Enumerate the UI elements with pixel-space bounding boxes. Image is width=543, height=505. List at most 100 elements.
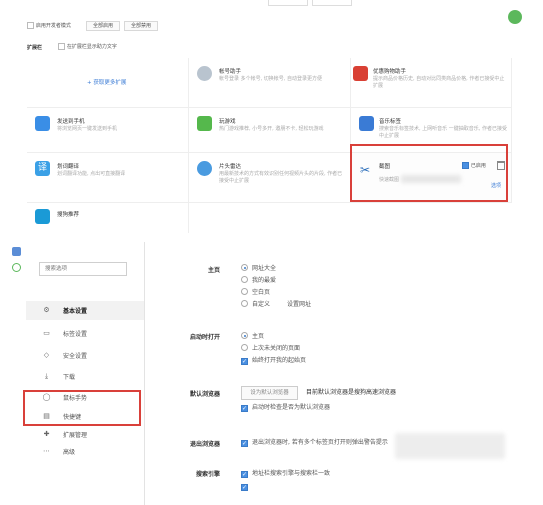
extension-desc: 帐号登录 多个帐号, 切换帐号, 自动登录更方便	[219, 76, 322, 82]
extension-title: 玩游戏	[219, 119, 236, 125]
checkbox-label: 地址栏搜索引擎与搜索栏一致	[252, 470, 331, 477]
checkbox-icon[interactable]	[58, 43, 65, 50]
option-label: 网址大全	[252, 265, 277, 272]
checkbox-icon[interactable]: ✓	[241, 484, 248, 491]
nav-item-advanced[interactable]: ⋯ 高级	[26, 442, 144, 461]
shield-icon: ◇	[43, 351, 50, 359]
homepage-option[interactable]: 空白页	[241, 288, 270, 297]
key-icon	[197, 66, 212, 81]
translate-icon: 译	[35, 161, 50, 176]
extension-card[interactable]: 优惠购物助手 提示商品价格历史, 自动对比同类商品价格, 作者已接受中止扩展	[351, 58, 512, 108]
startup-checkbox[interactable]: ✓ 始终打开我的起始页	[241, 356, 306, 365]
radio-icon[interactable]	[241, 276, 248, 283]
disable-all-button[interactable]: 全部禁用	[124, 21, 158, 31]
tab-icon: ▭	[43, 329, 50, 337]
enable-all-button[interactable]: 全部启用	[86, 21, 120, 31]
watermark-blur	[395, 433, 505, 459]
checkbox-icon[interactable]: ✓	[241, 471, 248, 478]
radio-icon[interactable]	[241, 300, 248, 307]
startup-option[interactable]: 主页	[241, 332, 264, 341]
settings-sidebar: ⚙ 基本设置 ▭ 标签设置 ◇ 安全设置 ⤓ 下载 ◯ 鼠标手势 ▤ 快捷键 ✚…	[26, 242, 145, 505]
highlight-box-shortcuts	[23, 390, 141, 426]
extension-title: 优惠购物助手	[373, 69, 407, 75]
radio-icon[interactable]	[241, 344, 248, 351]
dev-mode-label: 启用开发者模式	[35, 23, 71, 29]
nav-label: 扩展管理	[63, 432, 88, 439]
homepage-option[interactable]: 自定义	[241, 300, 270, 309]
extension-desc: 用最新技术的方式有效识别任何视频片头的片段, 作者已接受中止扩展	[219, 171, 343, 184]
nav-label: 高级	[63, 449, 76, 456]
search-engine-checkbox[interactable]: ✓ 地址栏搜索引擎与搜索栏一致	[241, 469, 330, 478]
shopping-icon	[353, 66, 368, 81]
settings-search-input[interactable]	[39, 262, 127, 276]
homepage-option[interactable]: 网址大全	[241, 264, 276, 273]
floating-plus-icon[interactable]	[508, 10, 522, 24]
homepage-label: 主页	[207, 267, 220, 274]
homepage-option[interactable]: 我的最爱	[241, 276, 276, 285]
nav-item-security[interactable]: ◇ 安全设置	[26, 346, 144, 365]
default-browser-checkbox[interactable]: ✓ 启动时检查是否为默认浏览器	[241, 403, 330, 412]
extension-card[interactable]: 搜狗推荐	[27, 203, 189, 233]
show-text-toggle[interactable]: 在扩展栏显示助力文字	[58, 43, 117, 50]
extension-title: 搜狗推荐	[57, 212, 80, 218]
nav-label: 安全设置	[63, 353, 88, 360]
checkbox-label: 启动时检查是否为默认浏览器	[252, 404, 331, 411]
extension-desc: 将浏览网页一键发送到手机	[57, 126, 118, 132]
extension-title: 划词翻译	[57, 164, 80, 170]
gamepad-icon	[197, 116, 212, 131]
extension-card[interactable]: 译 划词翻译 划词翻译功能, 点出可直接翻译	[27, 153, 189, 203]
search-engine-checkbox-2[interactable]: ✓	[241, 482, 252, 491]
set-default-browser-button[interactable]: 设为默认浏览器	[241, 386, 298, 400]
radio-icon[interactable]	[241, 264, 248, 271]
get-more-link[interactable]: + 获取更多扩展	[87, 78, 126, 86]
header-button-fragment[interactable]	[312, 0, 352, 6]
checkbox-icon[interactable]: ✓	[241, 440, 248, 447]
checkbox-label: 始终打开我的起始页	[252, 357, 307, 364]
exit-browser-checkbox[interactable]: ✓ 退出浏览器时, 若有多个标签页打开则弹出警告提示	[241, 438, 388, 447]
checkbox-label: 退出浏览器时, 若有多个标签页打开则弹出警告提示	[252, 439, 388, 446]
checkbox-icon[interactable]: ✓	[241, 358, 248, 365]
extension-card[interactable]: 发送到手机 将浏览网页一键发送到手机	[27, 108, 189, 153]
header-button-fragment[interactable]	[268, 0, 308, 6]
radar-icon	[197, 161, 212, 176]
option-label: 我的最爱	[252, 277, 277, 284]
show-text-label: 在扩展栏显示助力文字	[66, 44, 117, 50]
extension-card[interactable]: 帐号助手 帐号登录 多个帐号, 切换帐号, 自动登录更方便	[189, 58, 351, 108]
radio-icon[interactable]	[241, 332, 248, 339]
nav-item-basic[interactable]: ⚙ 基本设置	[26, 301, 144, 320]
nav-label: 基本设置	[63, 308, 88, 315]
extension-card[interactable]: 玩游戏 热门游戏推荐, 小号多开, 邀朋不卡, 轻松玩游戏	[189, 108, 351, 153]
option-label: 空白页	[252, 289, 271, 296]
highlight-box-screenshot-extension	[350, 144, 508, 202]
clock-icon[interactable]	[12, 263, 21, 272]
extension-title: 发送到手机	[57, 119, 85, 125]
dev-mode-toggle[interactable]: 启用开发者模式	[27, 22, 71, 29]
nav-label: 标签设置	[63, 331, 88, 338]
set-url-link[interactable]: 设置网址	[287, 300, 311, 309]
extension-card[interactable]: 片头雷达 用最新技术的方式有效识别任何视频片头的片段, 作者已接受中止扩展	[189, 153, 351, 203]
startup-label: 启动时打开	[189, 334, 220, 341]
side-app-icon[interactable]	[12, 247, 21, 256]
download-icon: ⤓	[44, 372, 49, 380]
extension-title: 音乐标签	[379, 119, 402, 125]
nav-label: 下载	[63, 374, 76, 381]
startup-option[interactable]: 上次未关闭的页面	[241, 344, 300, 353]
get-more-extensions-card[interactable]: + 获取更多扩展	[27, 58, 189, 108]
default-browser-status: 目前默认浏览器是搜狗高速浏览器	[306, 389, 397, 396]
checkbox-icon[interactable]	[27, 22, 34, 29]
option-label: 自定义	[252, 301, 271, 308]
extension-desc: 划词翻译功能, 点出可直接翻译	[57, 171, 126, 177]
nav-item-tabs[interactable]: ▭ 标签设置	[26, 324, 144, 343]
puzzle-icon: ✚	[43, 430, 50, 438]
extensions-screenshot: 启用开发者模式 全部启用 全部禁用 扩展栏 在扩展栏显示助力文字 + 获取更多扩…	[0, 0, 543, 233]
extension-desc: 热门游戏推荐, 小号多开, 邀朋不卡, 轻松玩游戏	[219, 126, 324, 132]
nav-item-download[interactable]: ⤓ 下载	[26, 367, 144, 386]
checkbox-icon[interactable]: ✓	[241, 405, 248, 412]
option-label: 主页	[252, 333, 265, 340]
more-icon: ⋯	[43, 447, 50, 455]
radio-icon[interactable]	[241, 288, 248, 295]
settings-screenshot: ⚙ 基本设置 ▭ 标签设置 ◇ 安全设置 ⤓ 下载 ◯ 鼠标手势 ▤ 快捷键 ✚…	[0, 233, 543, 505]
search-engine-label: 搜索引擎	[195, 471, 220, 478]
exit-browser-label: 退出浏览器	[189, 441, 220, 448]
extension-title: 帐号助手	[219, 69, 242, 75]
